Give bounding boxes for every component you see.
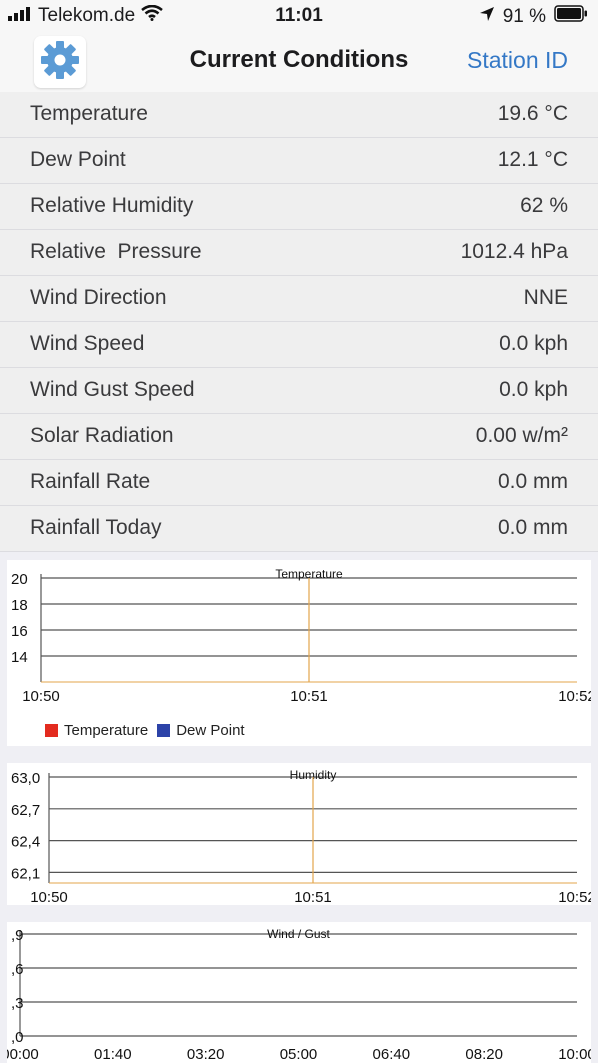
condition-value: NNE <box>523 286 568 309</box>
humidity-chart: 63,062,762,462,1Humidity10:5010:5110:52 <box>11 768 591 905</box>
condition-row-wind-direction: Wind Direction NNE <box>0 276 598 322</box>
condition-label: Temperature <box>30 102 148 125</box>
condition-row-dew-point: Dew Point 12.1 °C <box>0 138 598 184</box>
wind-chart-card: ,9 ,6 ,3 ,0 Wind / Gust 00:00 01:40 03:20 05:00 0… <box>7 922 591 1063</box>
y-tick-label: ,6 <box>11 961 24 978</box>
legend-label-temperature: Temperature <box>64 722 149 739</box>
humidity-chart-card: 63,062,762,462,1Humidity10:5010:5110:52 <box>7 763 591 905</box>
y-tick-label: 62,7 <box>11 802 40 819</box>
condition-row-humidity: Relative Humidity 62 % <box>0 184 598 230</box>
y-tick-label: 16 <box>11 623 28 640</box>
condition-label: Wind Speed <box>30 332 145 355</box>
navigation-bar: Current Conditions Station ID <box>0 32 598 93</box>
condition-value: 1012.4 hPa <box>460 240 568 263</box>
y-tick-label: 14 <box>11 649 28 666</box>
condition-row-temperature: Temperature 19.6 °C <box>0 92 598 138</box>
condition-value: 62 % <box>520 194 568 217</box>
condition-row-solar-radiation: Solar Radiation 0.00 w/m² <box>0 414 598 460</box>
x-tick-label: 10:50 <box>22 688 60 705</box>
y-tick-label: 62,4 <box>11 834 40 851</box>
condition-row-wind-speed: Wind Speed 0.0 kph <box>0 322 598 368</box>
status-right: 91 % <box>479 5 588 28</box>
battery-icon <box>554 5 588 28</box>
legend-swatch-dew-point <box>157 724 171 737</box>
status-bar: Telekom.de 11:01 91 % <box>0 0 598 32</box>
condition-value: 0.0 mm <box>497 516 568 539</box>
x-tick-label: 10:52 <box>558 688 591 705</box>
condition-row-rainfall-rate: Rainfall Rate 0.0 mm <box>0 460 598 506</box>
wind-gust-chart: ,9 ,6 ,3 ,0 Wind / Gust 00:00 01:40 03:20 05:00 0… <box>7 927 591 1063</box>
y-tick-label: ,9 <box>11 927 24 944</box>
battery-percent: 91 % <box>502 5 546 27</box>
x-tick-label: 10:52 <box>558 889 591 905</box>
condition-row-pressure: Relative Pressure 1012.4 hPa <box>0 230 598 276</box>
y-tick-label: 20 <box>11 571 28 588</box>
condition-value: 0.0 kph <box>499 378 568 401</box>
x-tick-label: 00:00 <box>7 1046 39 1063</box>
condition-label: Relative Humidity <box>30 194 194 217</box>
chart-title: Wind / Gust <box>267 927 330 941</box>
condition-label: Solar Radiation <box>30 424 174 447</box>
condition-value: 12.1 °C <box>497 148 568 171</box>
legend-swatch-temperature <box>45 724 58 737</box>
condition-value: 19.6 °C <box>497 102 568 125</box>
settings-button[interactable] <box>34 36 86 88</box>
location-arrow-icon <box>479 6 495 28</box>
condition-label: Wind Gust Speed <box>30 378 195 401</box>
condition-label: Wind Direction <box>30 286 167 309</box>
legend-label-dew-point: Dew Point <box>176 722 245 739</box>
chart-legend: Temperature Dew Point <box>45 722 245 739</box>
temperature-chart: 20181614Temperature10:5010:5110:52 <box>11 567 591 705</box>
y-tick-label: ,0 <box>11 1029 24 1046</box>
y-tick-label: ,3 <box>11 995 24 1012</box>
station-id-button[interactable]: Station ID <box>467 47 568 74</box>
condition-label: Relative Pressure <box>30 240 202 263</box>
x-tick-label: 08:20 <box>465 1046 503 1063</box>
x-tick-label: 10:00 <box>558 1046 591 1063</box>
temperature-chart-card: 20 18 16 14 Temperature10:50 10:51 10:52 Tempe… <box>7 560 591 746</box>
condition-label: Rainfall Rate <box>30 470 151 493</box>
x-tick-label: 10:50 <box>30 889 68 905</box>
x-tick-label: 10:51 <box>290 688 328 705</box>
x-tick-label: 01:40 <box>94 1046 132 1063</box>
y-tick-label: 62,1 <box>11 865 40 882</box>
condition-label: Dew Point <box>30 148 126 171</box>
x-tick-label: 10:51 <box>294 889 332 905</box>
conditions-table: Temperature 19.6 °C Dew Point 12.1 °C Re… <box>0 92 598 552</box>
condition-row-rainfall-today: Rainfall Today 0.0 mm <box>0 506 598 552</box>
x-tick-label: 06:40 <box>373 1046 411 1063</box>
x-tick-label: 05:00 <box>280 1046 318 1063</box>
gear-icon <box>40 40 80 85</box>
y-tick-label: 63,0 <box>11 770 40 787</box>
condition-value: 0.0 mm <box>497 470 568 493</box>
condition-label: Rainfall Today <box>30 516 162 539</box>
condition-value: 0.00 w/m² <box>475 424 568 447</box>
y-tick-label: 18 <box>11 597 28 614</box>
condition-value: 0.0 kph <box>499 332 568 355</box>
condition-row-wind-gust: Wind Gust Speed 0.0 kph <box>0 368 598 414</box>
x-tick-label: 03:20 <box>187 1046 225 1063</box>
